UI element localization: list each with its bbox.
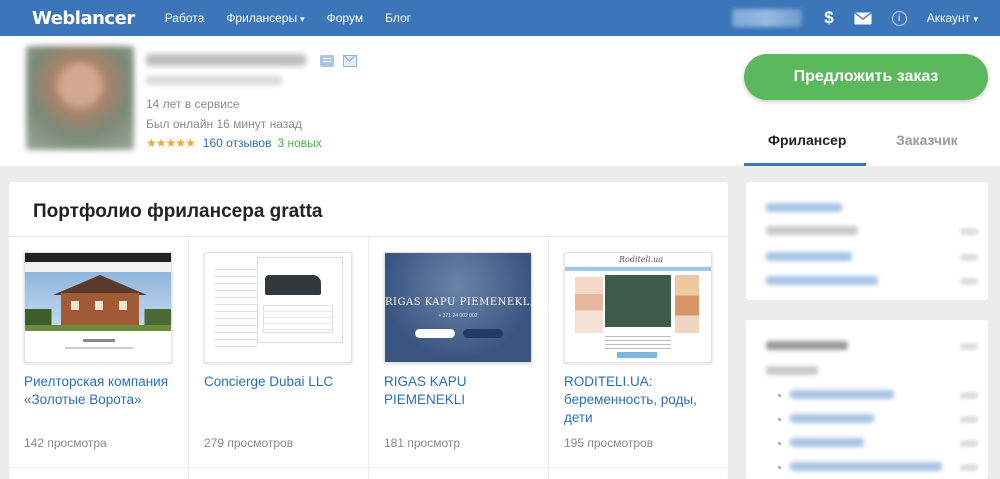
dollar-icon[interactable]: $ — [824, 8, 833, 28]
sidebar-subcategory[interactable] — [790, 390, 894, 399]
logo[interactable]: Weblancer — [32, 8, 135, 29]
bullet-icon — [778, 466, 781, 469]
top-navbar: Weblancer Работа Фрилансеры ▾ Форум Блог … — [0, 0, 1000, 36]
years-in-service: 14 лет в сервисе — [146, 97, 240, 111]
portfolio-card: Риелторская компания «Золотые Ворота» 14… — [9, 237, 189, 479]
active-tab-indicator — [744, 163, 866, 166]
portfolio-thumbnail[interactable]: Roditeli.ua — [564, 252, 712, 363]
portfolio-card: RIGAS KAPU PIEMENEKLI + 371 24 002 002 R… — [369, 237, 549, 479]
bullet-icon — [778, 418, 781, 421]
chevron-down-icon: ▾ — [973, 14, 978, 24]
portfolio-card-views: 142 просмотра — [24, 436, 107, 450]
nav-right-actions: $ i Аккаунт ▾ — [732, 0, 1000, 36]
offer-job-button[interactable]: Предложить заказ — [744, 54, 988, 100]
portfolio-title: Портфолио фрилансера gratta — [33, 201, 323, 222]
sidebar-stats-link[interactable] — [766, 276, 878, 285]
tab-freelancer[interactable]: Фрилансер — [768, 132, 846, 148]
mail-icon[interactable] — [854, 11, 872, 25]
nav-link-freelancers-label: Фрилансеры — [226, 11, 298, 25]
sidebar-categories-count — [960, 343, 978, 350]
sidebar-subcategory-count — [960, 392, 978, 399]
profile-tabs: Фрилансер Заказчик — [744, 126, 988, 166]
sidebar-subcategory[interactable] — [790, 462, 942, 471]
info-icon[interactable]: i — [891, 10, 907, 26]
nav-link-work[interactable]: Работа — [165, 11, 205, 25]
notes-icon[interactable] — [320, 55, 334, 67]
sidebar-subcategory-count — [960, 464, 978, 471]
account-menu[interactable]: Аккаунт ▾ — [927, 11, 978, 25]
portfolio-thumbnail[interactable]: RIGAS KAPU PIEMENEKLI + 371 24 002 002 — [384, 252, 532, 363]
portfolio-card-views: 195 просмотров — [564, 436, 654, 450]
rating-line: ★★★★★ 160 отзывов 3 новых — [146, 136, 322, 150]
message-icon[interactable] — [343, 55, 357, 67]
bullet-icon — [778, 394, 781, 397]
new-reviews-link[interactable]: 3 новых — [277, 136, 321, 150]
last-online: Был онлайн 16 минут назад — [146, 117, 302, 131]
portfolio-card-title[interactable]: Риелторская компания «Золотые Ворота» — [24, 373, 182, 409]
sidebar-stats-count — [960, 278, 978, 285]
sidebar-stats-link[interactable] — [766, 203, 842, 212]
thumbnail-phone: + 371 24 002 002 — [438, 313, 478, 319]
thumbnail-logo: Roditeli.ua — [619, 255, 664, 264]
nav-link-blog[interactable]: Блог — [385, 11, 411, 25]
portfolio-card-views: 279 просмотров — [204, 436, 294, 450]
sidebar-categories-heading — [766, 341, 848, 350]
freelancer-specialization — [146, 76, 282, 85]
sidebar-stats-label — [766, 226, 858, 235]
portfolio-card-title[interactable]: RIGAS KAPU PIEMENEKLI — [384, 373, 542, 409]
portfolio-section: Портфолио фрилансера gratta Риелторская … — [9, 182, 729, 479]
portfolio-card-views: 181 просмотр — [384, 436, 461, 450]
sidebar-subcategory-count — [960, 416, 978, 423]
rating-stars: ★★★★★ — [146, 136, 196, 150]
portfolio-card-title[interactable]: RODITELI.UA: беременность, роды, дети — [564, 373, 722, 427]
nav-link-forum[interactable]: Форум — [327, 11, 363, 25]
portfolio-card: Concierge Dubai LLC 279 просмотров — [189, 237, 369, 479]
sidebar-stats-count — [960, 254, 978, 261]
portfolio-card: Roditeli.ua RODITELI.UA: беременность, р… — [549, 237, 729, 479]
freelancer-name — [146, 54, 306, 66]
nav-link-work-label: Работа — [164, 11, 205, 25]
sidebar-stats-link[interactable] — [766, 252, 852, 261]
reviews-link[interactable]: 160 отзывов — [203, 136, 272, 150]
main-nav: Работа Фрилансеры ▾ Форум Блог — [165, 11, 433, 25]
avatar — [26, 46, 134, 150]
portfolio-thumbnail[interactable] — [24, 252, 172, 363]
balance-badge[interactable] — [732, 9, 803, 27]
tab-customer[interactable]: Заказчик — [896, 132, 958, 148]
sidebar-subcategory[interactable] — [790, 414, 874, 423]
portfolio-card-title[interactable]: Concierge Dubai LLC — [204, 373, 362, 391]
nav-link-freelancers[interactable]: Фрилансеры ▾ — [226, 11, 304, 25]
thumbnail-title: RIGAS KAPU PIEMENEKLI — [385, 297, 532, 308]
sidebar-stats-count — [960, 228, 978, 235]
bullet-icon — [778, 442, 781, 445]
chevron-down-icon: ▾ — [300, 14, 305, 24]
nav-link-forum-label: Форум — [326, 11, 364, 25]
sidebar-category[interactable] — [766, 366, 818, 375]
sidebar-subcategory[interactable] — [790, 438, 864, 447]
nav-link-blog-label: Блог — [385, 11, 412, 25]
sidebar-subcategory-count — [960, 440, 978, 447]
profile-header: 14 лет в сервисе Был онлайн 16 минут наз… — [0, 36, 1000, 166]
account-label: Аккаунт — [926, 11, 971, 25]
portfolio-thumbnail[interactable] — [204, 252, 352, 363]
info-circle: i — [891, 10, 907, 26]
